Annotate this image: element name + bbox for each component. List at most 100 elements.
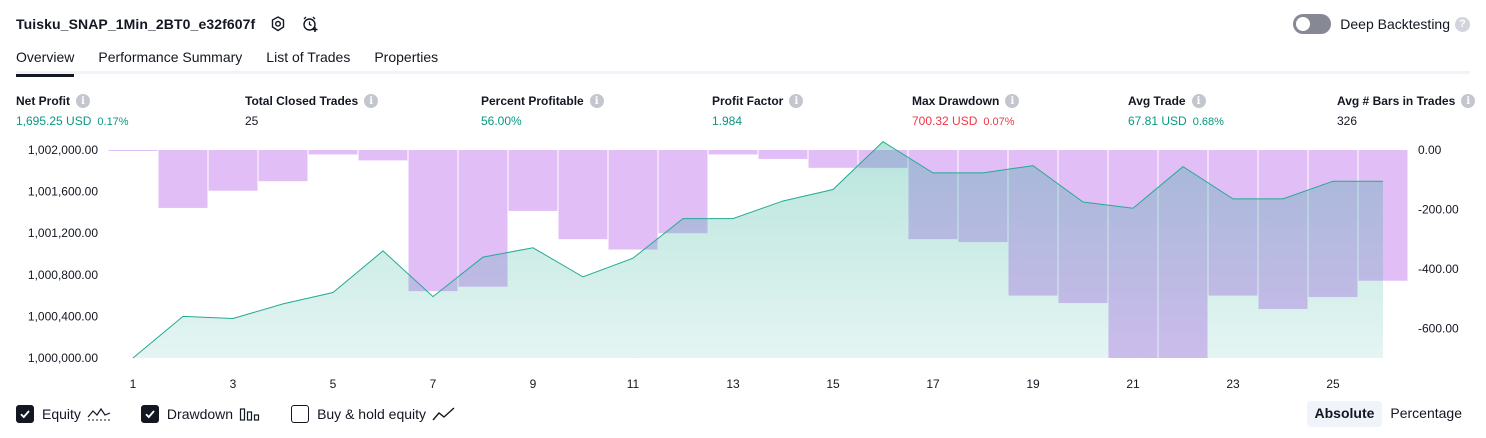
stat-total-closed-trades: Total Closed Trades i 25 <box>245 94 379 128</box>
stat-percent: 0.17% <box>97 116 129 128</box>
stat-title: Avg Trade <box>1128 94 1186 108</box>
legend-label: Drawdown <box>166 406 234 422</box>
stat-max-drawdown: Max Drawdown i 700.32 USD 0.07% <box>912 94 1020 128</box>
left-axis-tick-label: 1,001,200.00 <box>28 226 98 240</box>
drawdown-checkbox[interactable] <box>140 405 159 423</box>
info-icon[interactable]: i <box>76 94 90 108</box>
legend-label: Buy & hold equity <box>317 406 427 422</box>
x-axis-tick-label: 25 <box>1326 377 1340 390</box>
left-axis-tick-label: 1,000,000.00 <box>28 351 98 365</box>
legend-buy-hold-equity[interactable]: Buy & hold equity <box>291 405 456 423</box>
stat-title: Profit Factor <box>712 94 784 108</box>
drawdown-bar <box>208 150 258 191</box>
x-axis-tick-label: 5 <box>330 377 337 390</box>
info-icon[interactable]: i <box>1191 94 1206 108</box>
stat-value: 326 <box>1337 114 1358 128</box>
x-axis-tick-label: 15 <box>826 377 840 390</box>
stat-value: 56.00% <box>481 114 522 128</box>
x-axis-tick-label: 1 <box>130 377 137 390</box>
right-axis: 0.00 -200.00 -400.00 -600.00 <box>1418 143 1459 335</box>
drawdown-bar <box>358 150 408 161</box>
x-axis: 1 3 5 7 9 11 13 15 17 19 21 23 25 <box>130 377 1340 390</box>
add-alert-icon[interactable] <box>301 15 319 33</box>
x-axis-tick-label: 21 <box>1126 377 1140 390</box>
stat-percent: 0.68% <box>1192 116 1224 128</box>
x-axis-tick-label: 7 <box>430 377 437 390</box>
stat-avg-trade: Avg Trade i 67.81 USD 0.68% <box>1128 94 1224 128</box>
stat-value: 1,695.25 USD <box>16 114 92 128</box>
left-axis-tick-label: 1,000,800.00 <box>28 268 98 282</box>
drawdown-bar <box>158 150 208 208</box>
stat-title: Total Closed Trades <box>245 94 359 108</box>
stat-title: Avg # Bars in Trades <box>1337 94 1456 108</box>
tab-bar: Overview Performance Summary List of Tra… <box>16 46 1470 77</box>
stat-value: 700.32 USD <box>912 114 978 128</box>
buy-hold-line-icon <box>432 406 456 422</box>
settings-icon[interactable] <box>269 15 287 33</box>
right-axis-tick-label: -600.00 <box>1418 321 1459 335</box>
equity-checkbox[interactable] <box>16 405 34 423</box>
equity-line-icon <box>87 406 111 422</box>
info-icon[interactable]: i <box>589 94 604 108</box>
x-axis-tick-label: 13 <box>726 377 740 390</box>
left-axis: 1,002,000.00 1,001,600.00 1,001,200.00 1,00… <box>28 143 98 365</box>
drawdown-bar <box>258 150 308 182</box>
stat-title: Max Drawdown <box>912 94 1000 108</box>
deep-backtesting-control: Deep Backtesting ? <box>1293 12 1470 36</box>
stat-value: 1.984 <box>712 114 743 128</box>
legend-equity[interactable]: Equity <box>16 405 111 423</box>
drawdown-bar <box>408 150 458 292</box>
tab-overview[interactable]: Overview <box>16 46 75 77</box>
equity-drawdown-chart[interactable]: 1,002,000.00 1,001,600.00 1,001,200.00 1,00… <box>0 140 1486 390</box>
legend-drawdown[interactable]: Drawdown <box>140 405 261 423</box>
right-axis-tick-label: 0.00 <box>1418 143 1442 157</box>
x-axis-tick-label: 9 <box>530 377 537 390</box>
x-axis-tick-label: 19 <box>1026 377 1040 390</box>
stat-net-profit: Net Profit i 1,695.25 USD 0.17% <box>16 94 129 128</box>
left-axis-tick-label: 1,002,000.00 <box>28 143 98 157</box>
left-axis-tick-label: 1,001,600.00 <box>28 185 98 199</box>
drawdown-bar <box>758 150 808 159</box>
info-icon[interactable]: i <box>1461 94 1476 108</box>
value-mode-switch: Absolute Percentage <box>1306 401 1471 427</box>
drawdown-bar <box>558 150 608 240</box>
right-axis-tick-label: -400.00 <box>1418 262 1459 276</box>
drawdown-bar <box>508 150 558 211</box>
help-icon[interactable]: ? <box>1455 16 1470 32</box>
strategy-name: Tuisku_SNAP_1Min_2BT0_e32f607f <box>16 16 256 32</box>
info-icon[interactable]: i <box>364 94 379 108</box>
drawdown-bar <box>108 150 158 151</box>
mode-percentage-button[interactable]: Percentage <box>1382 401 1470 427</box>
tab-list-of-trades[interactable]: List of Trades <box>266 46 350 74</box>
legend-label: Equity <box>42 406 81 422</box>
stat-avg-bars: Avg # Bars in Trades i 326 <box>1337 94 1476 128</box>
drawdown-bar <box>808 150 858 168</box>
deep-backtesting-label: Deep Backtesting <box>1340 16 1450 32</box>
drawdown-bar <box>308 150 358 155</box>
strategy-header: Tuisku_SNAP_1Min_2BT0_e32f607f Deep Back… <box>16 12 1470 36</box>
stat-profit-factor: Profit Factor i 1.984 <box>712 94 804 128</box>
stats-row: Net Profit i 1,695.25 USD 0.17% Total Clos… <box>0 94 1486 134</box>
tab-performance-summary[interactable]: Performance Summary <box>98 46 242 74</box>
x-axis-tick-label: 11 <box>627 377 640 390</box>
mode-absolute-button[interactable]: Absolute <box>1306 401 1383 427</box>
stat-value: 67.81 USD <box>1128 114 1187 128</box>
info-icon[interactable]: i <box>1005 94 1020 108</box>
buy-hold-checkbox[interactable] <box>291 405 310 423</box>
x-axis-tick-label: 17 <box>926 377 940 390</box>
drawdown-bars-icon <box>239 406 261 422</box>
equity-series <box>132 141 1384 359</box>
info-icon[interactable]: i <box>789 94 804 108</box>
right-axis-tick-label: -200.00 <box>1418 202 1459 216</box>
left-axis-tick-label: 1,000,400.00 <box>28 309 98 323</box>
stat-value: 25 <box>245 114 259 128</box>
x-axis-tick-label: 3 <box>230 377 237 390</box>
stat-title: Percent Profitable <box>481 94 584 108</box>
tab-properties[interactable]: Properties <box>374 46 438 74</box>
deep-backtesting-toggle[interactable] <box>1293 14 1332 34</box>
stat-percent-profitable: Percent Profitable i 56.00% <box>481 94 604 128</box>
drawdown-bar <box>708 150 758 155</box>
stat-title: Net Profit <box>16 94 70 108</box>
stat-percent: 0.07% <box>983 116 1015 128</box>
x-axis-tick-label: 23 <box>1226 377 1240 390</box>
